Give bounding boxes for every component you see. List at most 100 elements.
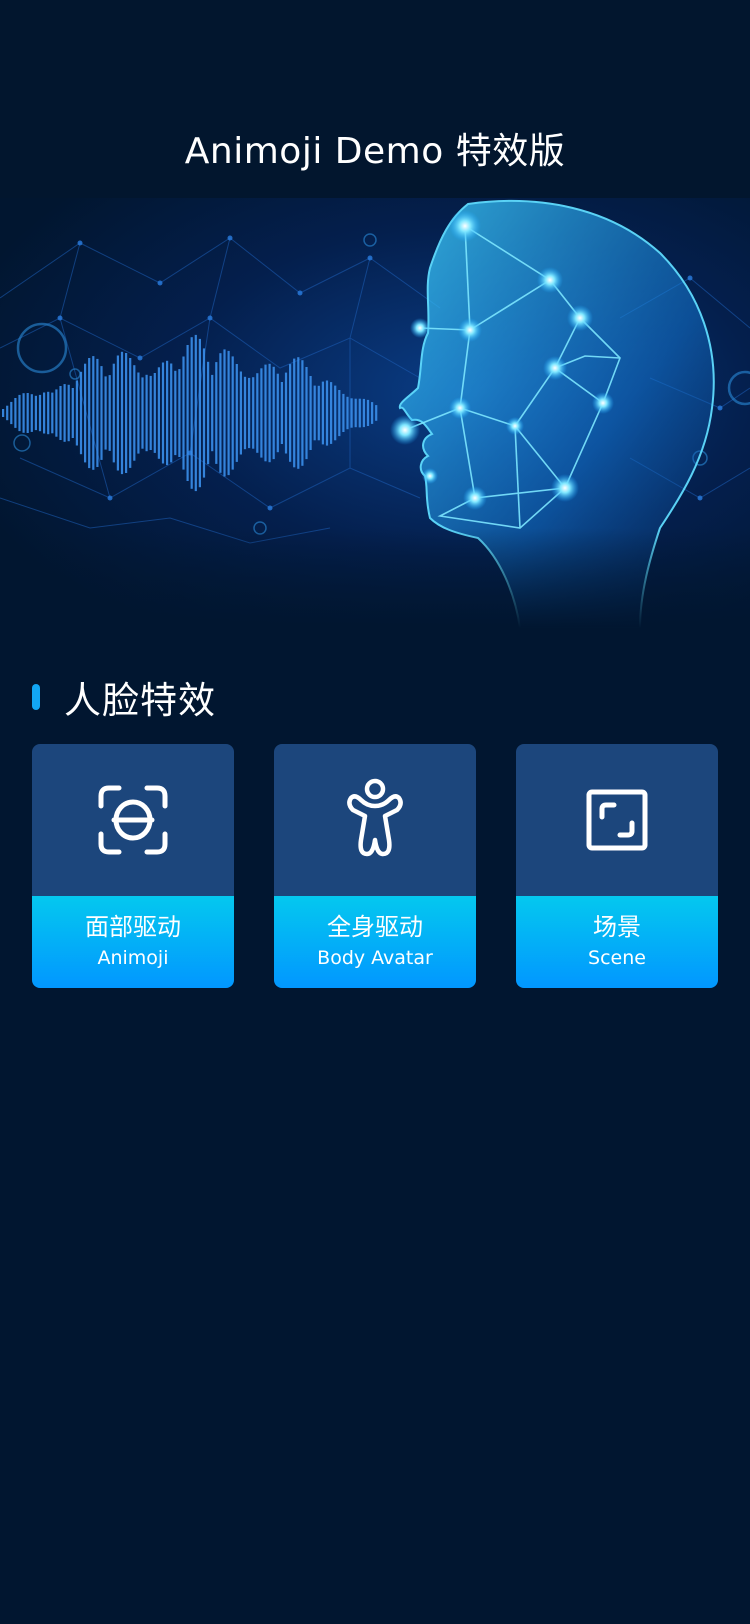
sound-wave-bar [133,365,136,461]
sound-wave-bar [161,362,165,464]
sound-wave-bar [354,398,357,428]
sound-wave-bar [18,394,21,432]
scene-frame-icon [586,789,648,851]
sound-wave-bar [149,375,152,450]
sound-wave-bar [198,338,201,488]
sound-wave-bar [59,386,62,440]
sound-wave-bar [186,345,189,481]
sound-wave-bar [371,402,374,424]
card-title: 面部驱动 [85,913,181,941]
scene-card[interactable]: 场景 Scene [516,744,718,988]
sound-wave-bar [227,350,230,476]
sound-wave-bar [260,368,263,458]
sound-wave-bar [301,360,304,466]
sound-wave-bar [112,363,115,463]
sound-wave-bar [248,377,251,449]
body-avatar-card[interactable]: 全身驱动 Body Avatar [274,744,476,988]
sound-wave-bar [166,360,169,466]
sound-wave-bar [325,380,329,446]
sound-wave-bar [276,373,279,453]
sound-wave-bar [84,363,87,463]
sound-wave-bar [145,374,148,452]
sound-wave-bar [321,381,324,445]
sound-wave-bar [30,394,33,432]
sound-wave-bar [6,405,9,421]
sound-wave-bar [202,348,206,478]
app-screen: Animoji Demo 特效版 人脸特效 面部驱动 Animoji 全身驱动 … [0,0,750,1624]
sound-wave-bar [207,361,210,465]
animoji-card[interactable]: 面部驱动 Animoji [32,744,234,988]
sound-wave-bar [243,376,247,450]
sound-wave-bar [88,358,91,469]
sound-wave-bar [92,356,95,470]
sound-wave-bar [137,372,140,454]
sound-wave-bar [375,405,378,421]
sound-wave-bar [174,370,177,456]
sound-wave-bar [170,363,173,463]
sound-wave-bar [22,393,25,433]
sound-wave-bar [141,377,144,449]
sound-wave-bar [182,356,185,470]
sound-wave-bar [104,376,107,450]
app-title: Animoji Demo 特效版 [184,131,566,172]
feature-cards: 面部驱动 Animoji 全身驱动 Body Avatar 场景 Scene [32,744,718,988]
card-subtitle: Scene [588,947,646,969]
card-subtitle: Body Avatar [317,947,433,969]
sound-wave-bar [67,384,70,442]
sound-wave-bar [194,334,197,492]
sound-wave-bar [14,398,17,428]
sound-wave-bar [272,366,275,460]
face-scan-icon [98,785,168,855]
sound-wave-bar [235,364,238,462]
sound-wave-bar [38,394,42,432]
card-icon-area [274,744,476,896]
body-figure-icon [347,778,403,857]
card-label-area: 面部驱动 Animoji [32,896,234,988]
sound-wave-bar [289,364,292,462]
sound-wave-bar [305,367,308,460]
card-icon-area [516,744,718,896]
sound-wave-bar [190,337,193,489]
banner-illustration [0,198,750,628]
sound-wave-bar [63,384,66,442]
sound-wave-bar [297,357,300,469]
sound-wave-bar [211,374,214,452]
sound-wave-bar [330,382,333,444]
sound-wave-bar [51,392,54,434]
sound-wave-bar [96,358,99,467]
sound-wave-bar [55,389,58,437]
sound-wave-bar [334,385,337,441]
card-label-area: 场景 Scene [516,896,718,988]
sound-wave-bar [268,363,271,463]
card-title: 场景 [593,913,641,941]
sound-wave-bar [71,388,74,438]
section-accent-bar [32,684,40,710]
sound-wave-bar [280,382,283,444]
sound-wave-bar [153,373,156,453]
card-icon-area [32,744,234,896]
sound-wave-bar [284,372,288,454]
sound-wave-bar [125,353,128,473]
sound-wave-bar [338,390,341,437]
card-subtitle: Animoji [97,947,169,969]
sound-wave-bar [358,398,361,428]
sound-wave-bar [219,353,222,473]
sound-wave-bar [2,409,5,417]
section-title: 人脸特效 [64,679,216,722]
sound-wave-bar [317,385,320,441]
sound-wave-bar [43,392,46,434]
sound-wave-bar [309,376,312,450]
sound-wave-bar [100,366,103,460]
sound-wave-bar [313,385,316,441]
sound-wave-bar [256,373,259,453]
sound-wave-bar [26,393,29,433]
sound-wave-bar [231,356,234,470]
sound-wave-bar [75,380,78,446]
sound-wave-bar [34,395,37,431]
sound-wave-bar [252,377,255,449]
sound-wave-bar [129,358,132,468]
sound-wave-bar [362,398,365,428]
sound-wave-bar [157,367,160,459]
sound-wave-bar [223,349,226,477]
sound-wave-bar [346,396,349,430]
